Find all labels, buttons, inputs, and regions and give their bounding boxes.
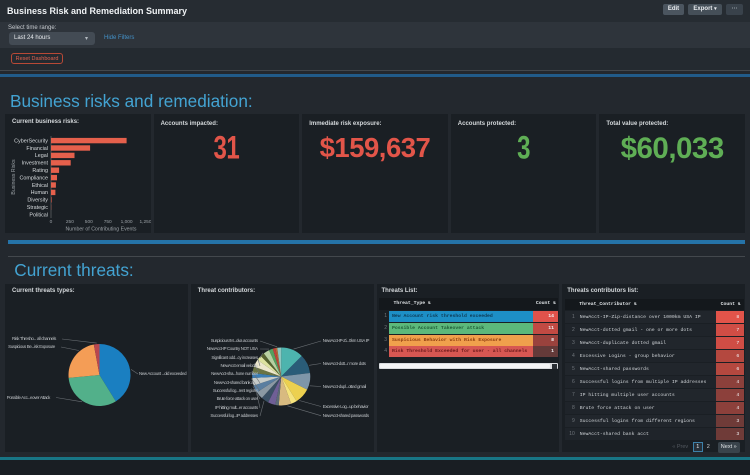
svg-text:Political: Political: [29, 212, 48, 218]
svg-text:0: 0: [50, 219, 53, 225]
svg-text:CyberSecurity: CyberSecurity: [14, 138, 48, 144]
svg-text:1,250: 1,250: [139, 219, 151, 225]
svg-text:Strategic: Strategic: [27, 205, 49, 211]
svg-text:Human: Human: [31, 190, 48, 196]
svg-text:250: 250: [66, 219, 74, 225]
svg-text:500: 500: [85, 219, 93, 225]
svg-text:Number of Contributing Events: Number of Contributing Events: [66, 227, 137, 233]
svg-text:Business Risks: Business Risks: [11, 159, 17, 195]
svg-text:1,000: 1,000: [121, 219, 133, 225]
svg-text:750: 750: [104, 219, 112, 225]
svg-text:Investment: Investment: [22, 161, 49, 167]
svg-text:Financial: Financial: [26, 146, 48, 152]
svg-text:Legal: Legal: [35, 153, 48, 159]
svg-text:Rating: Rating: [32, 168, 48, 174]
svg-text:Diversity: Diversity: [27, 198, 48, 204]
svg-text:Compliance: Compliance: [20, 175, 48, 181]
svg-text:Ethical: Ethical: [32, 183, 48, 189]
